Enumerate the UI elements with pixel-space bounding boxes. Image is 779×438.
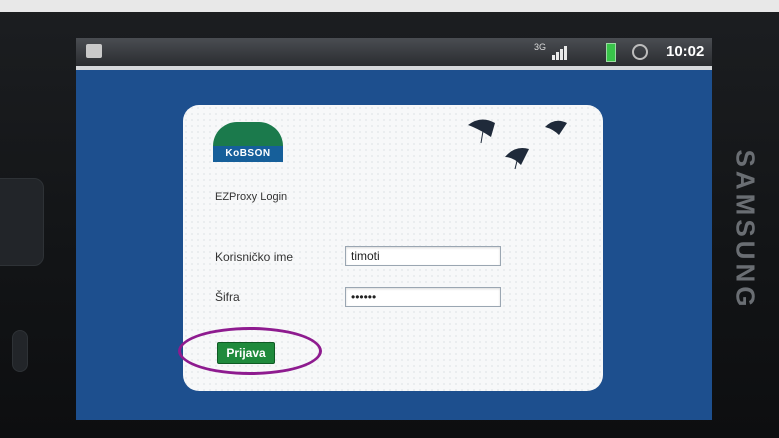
username-label: Korisničko ime [215,250,294,264]
brand-name: SAMSUNG [730,149,761,311]
kobson-logo: KoBSON [213,122,283,162]
annotation-circle [178,327,322,375]
alarm-icon [632,44,648,60]
network-type: 3G [534,42,547,52]
logo-text: KoBSON [213,146,283,162]
phone-screen: 3G 10:02 KoBSON EZProxy Login Korisničko… [76,38,712,420]
logo-umbrella-shape [213,122,283,146]
brand-logo: SAMSUNG [720,140,770,320]
photo-background [0,0,779,12]
phone-side-key [0,178,44,266]
battery-icon [606,43,616,62]
signal-strength-icon [552,44,570,60]
status-time: 10:02 [666,43,705,60]
page-title: EZProxy Login [215,191,288,203]
username-field[interactable] [345,246,501,266]
password-label: Šifra [215,290,240,304]
umbrellas-decoration-icon [468,119,567,170]
divider [76,66,712,70]
status-bar: 3G 10:02 [76,38,712,66]
password-field[interactable] [345,287,501,307]
phone-side-key [12,330,28,372]
notification-icon [86,44,102,58]
